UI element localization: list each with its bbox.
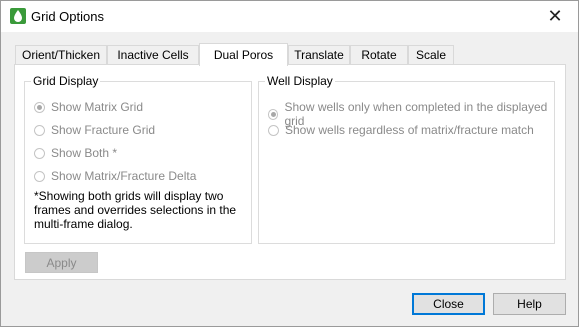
tab-rotate[interactable]: Rotate [350, 45, 408, 64]
radio-button[interactable] [34, 170, 45, 182]
well-display-group: Well Display Show wells only when comple… [258, 74, 555, 244]
dual-poros-panel: Grid Display Show Matrix Grid Show Fract… [14, 64, 566, 280]
radio-wells-regardless[interactable]: Show wells regardless of matrix/fracture… [268, 123, 534, 137]
both-grids-note: *Showing both grids will display two fra… [34, 189, 237, 231]
close-button[interactable]: Close [412, 293, 485, 315]
tab-scale[interactable]: Scale [408, 45, 454, 64]
window-title: Grid Options [31, 9, 104, 24]
radio-button[interactable] [268, 124, 279, 136]
radio-label: Show Both * [51, 146, 118, 160]
radio-label: Show Matrix Grid [51, 100, 144, 114]
radio-show-fracture-grid[interactable]: Show Fracture Grid [34, 123, 155, 137]
grid-display-group: Grid Display Show Matrix Grid Show Fract… [24, 74, 252, 244]
radio-button[interactable] [268, 108, 279, 120]
radio-button[interactable] [34, 124, 45, 136]
tab-inactive-cells[interactable]: Inactive Cells [107, 45, 199, 64]
radio-show-both[interactable]: Show Both * [34, 146, 117, 160]
radio-label: Show Matrix/Fracture Delta [51, 169, 197, 183]
close-icon[interactable]: ✕ [532, 1, 578, 32]
well-display-title: Well Display [265, 74, 335, 88]
tab-orient-thicken[interactable]: Orient/Thicken [15, 45, 107, 64]
radio-show-matrix-grid[interactable]: Show Matrix Grid [34, 100, 143, 114]
apply-button[interactable]: Apply [25, 252, 98, 273]
grid-display-title: Grid Display [31, 74, 101, 88]
radio-show-delta[interactable]: Show Matrix/Fracture Delta [34, 169, 196, 183]
radio-button[interactable] [34, 147, 45, 159]
radio-button[interactable] [34, 101, 45, 113]
help-button[interactable]: Help [493, 293, 566, 315]
drop-icon [10, 8, 26, 24]
title-bar: Grid Options ✕ [1, 1, 578, 32]
radio-label: Show wells regardless of matrix/fracture… [285, 123, 534, 137]
grid-options-dialog: Grid Options ✕ Orient/Thicken Inactive C… [0, 0, 579, 327]
radio-label: Show Fracture Grid [51, 123, 156, 137]
tab-dual-poros[interactable]: Dual Poros [199, 43, 288, 66]
tab-translate[interactable]: Translate [288, 45, 350, 64]
